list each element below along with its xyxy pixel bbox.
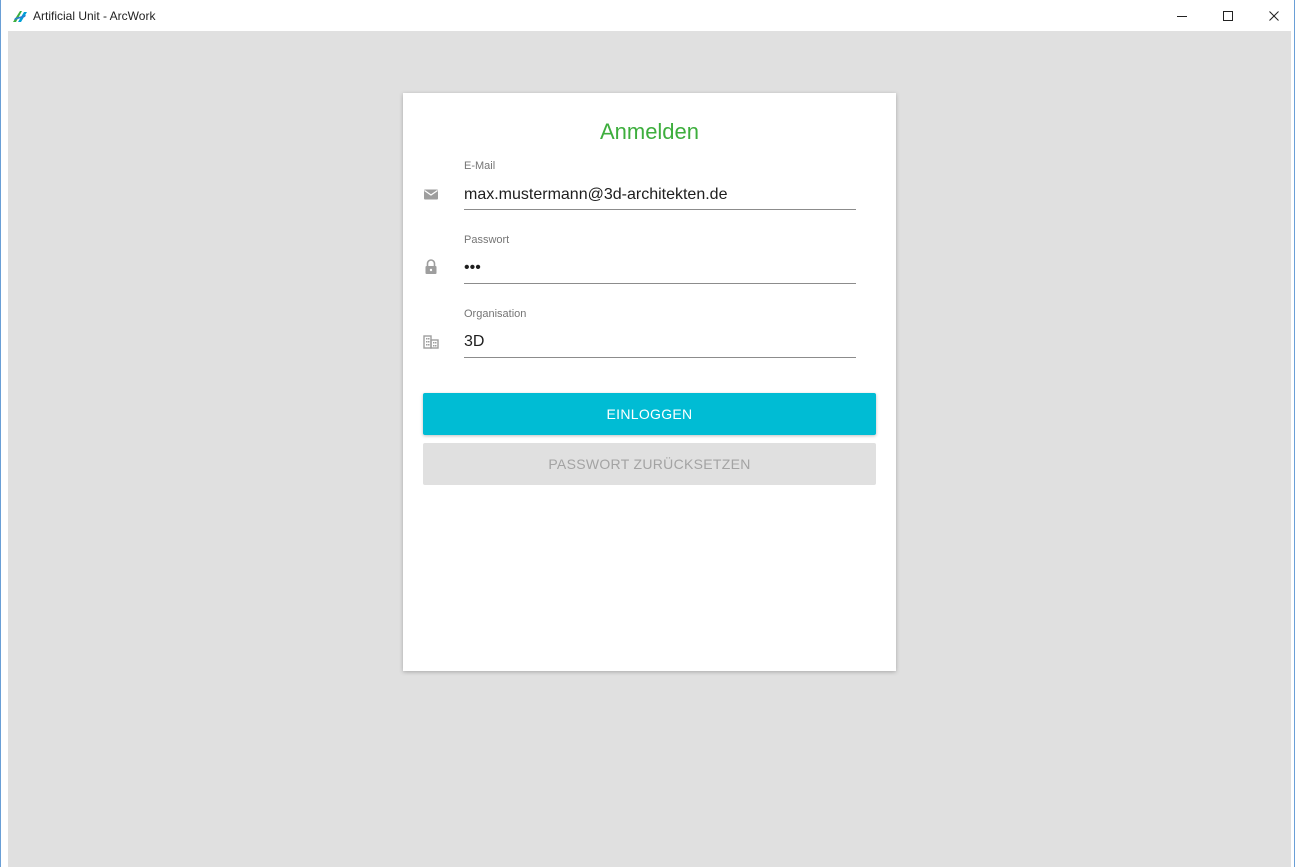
close-button[interactable]	[1251, 0, 1295, 31]
page-title: Anmelden	[599, 119, 700, 144]
minimize-icon	[1177, 15, 1187, 17]
email-label: E-Mail	[464, 160, 496, 172]
arcwork-logo-icon	[13, 11, 27, 22]
minimize-button[interactable]	[1159, 0, 1205, 31]
window-title: Artificial Unit - ArcWork	[33, 9, 156, 23]
building-icon	[423, 335, 439, 349]
organisation-label: Organisation	[464, 308, 527, 320]
password-field[interactable]: •••	[464, 259, 481, 277]
organisation-field[interactable]: 3D	[464, 333, 484, 351]
mail-icon	[424, 189, 438, 200]
maximize-button[interactable]	[1205, 0, 1251, 31]
password-underline	[464, 283, 856, 284]
organisation-underline	[464, 357, 856, 358]
login-card: Anmelden E-Mail max.mustermann@3d-archit…	[403, 93, 896, 671]
close-icon	[1269, 10, 1279, 21]
email-underline	[464, 209, 856, 210]
app-window: Artificial Unit - ArcWork Anmelden E-Mai…	[0, 0, 1295, 867]
email-field[interactable]: max.mustermann@3d-architekten.de	[464, 186, 727, 204]
lock-icon	[425, 259, 437, 274]
title-bar: Artificial Unit - ArcWork	[1, 0, 1294, 31]
reset-password-button[interactable]: PASSWORT ZURÜCKSETZEN	[423, 443, 876, 485]
maximize-icon	[1223, 10, 1233, 21]
main-content: Anmelden E-Mail max.mustermann@3d-archit…	[8, 31, 1291, 867]
password-label: Passwort	[464, 234, 510, 246]
login-button[interactable]: EINLOGGEN	[423, 393, 876, 435]
